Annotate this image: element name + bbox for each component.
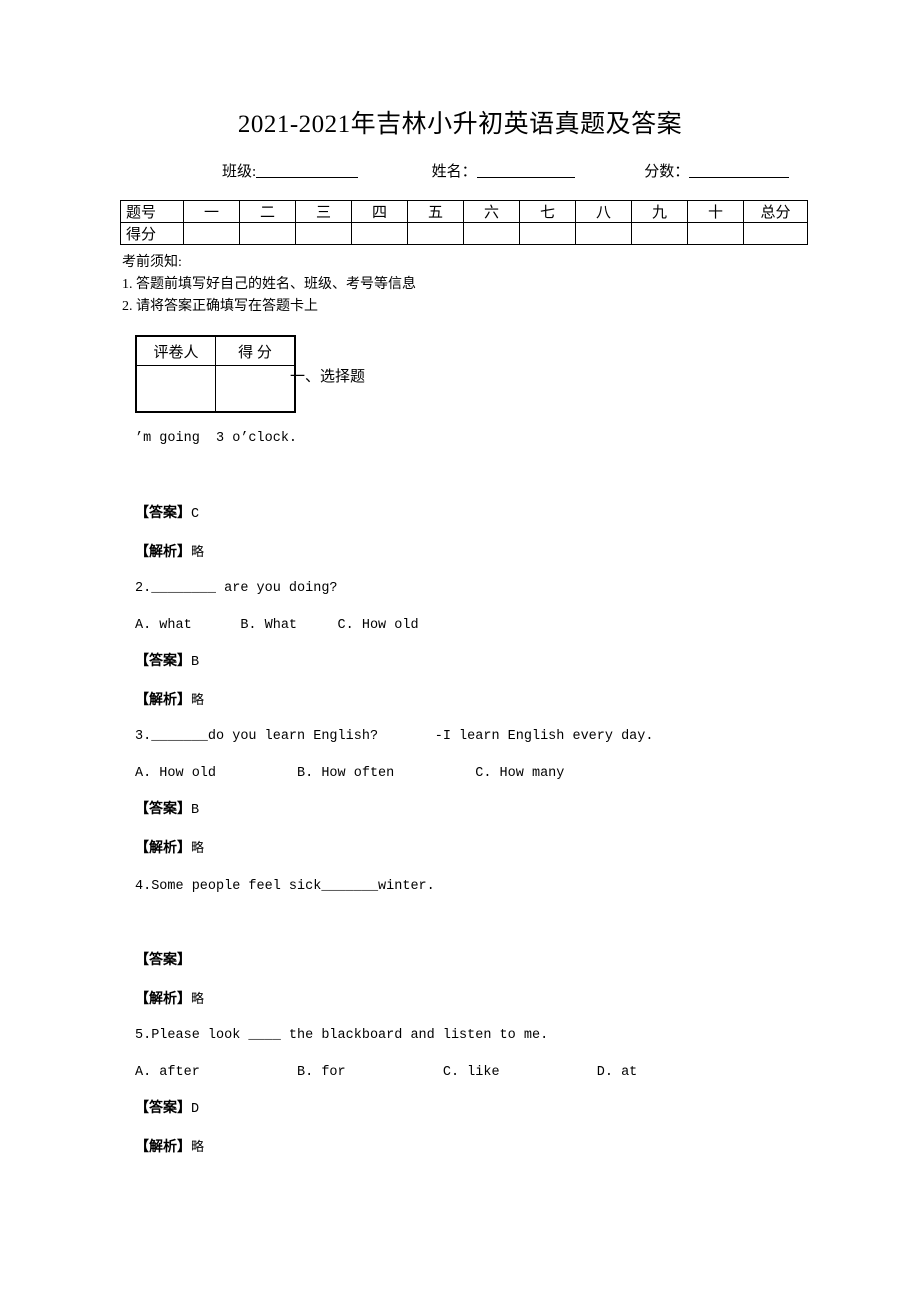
- page-title: 2021-2021年吉林小升初英语真题及答案: [237, 111, 683, 138]
- notes-item-1: 1. 答题前填写好自己的姓名、班级、考号等信息: [122, 277, 416, 292]
- score-cell-10[interactable]: [687, 222, 744, 245]
- question-options-3: A. How old B. How often C. How many: [135, 766, 565, 781]
- question-block-3: 3._______do you learn English? -I learn …: [135, 728, 875, 858]
- pre-exam-notes: 考前须知: 1. 答题前填写好自己的姓名、班级、考号等信息 2. 请将答案正确填…: [122, 252, 416, 318]
- class-blank[interactable]: [256, 163, 359, 178]
- answer-block-1: 【答案】C 【解析】略: [135, 505, 875, 562]
- answer-tag-1: 【答案】: [135, 506, 191, 521]
- explain-value-2: 略: [191, 692, 205, 707]
- answer-line-3: 【答案】B: [135, 801, 875, 820]
- answer-value-2: B: [191, 655, 200, 670]
- explain-line-3: 【解析】略: [135, 839, 875, 858]
- explain-value-3: 略: [191, 840, 205, 855]
- column-header-4: 四: [351, 200, 408, 223]
- question-stem-4: 4.Some people feel sick_______winter.: [135, 879, 435, 894]
- score-cell-5[interactable]: [407, 222, 464, 245]
- column-header-6: 六: [463, 200, 520, 223]
- question-block-1: ’m going 3 o’clock.: [135, 430, 875, 448]
- column-header-1: 一: [183, 200, 240, 223]
- question-block-4: 4.Some people feel sick_______winter.: [135, 878, 875, 896]
- grader-value-score[interactable]: [215, 365, 296, 413]
- name-blank[interactable]: [476, 163, 575, 178]
- explain-value-1: 略: [191, 544, 205, 559]
- grader-value-row: [135, 365, 296, 413]
- explain-tag-2: 【解析】: [135, 693, 191, 708]
- answer-line-4: 【答案】: [135, 952, 875, 971]
- score-cell-6[interactable]: [463, 222, 520, 245]
- column-header-8: 八: [575, 200, 632, 223]
- row-label-score: 得分: [120, 222, 184, 245]
- answer-value-5: D: [191, 1102, 200, 1117]
- score-cell-2[interactable]: [239, 222, 296, 245]
- score-field: 分数：: [644, 160, 790, 181]
- answer-tag-5: 【答案】: [135, 1101, 191, 1116]
- answer-line-2: 【答案】B: [135, 653, 875, 672]
- explain-tag-5: 【解析】: [135, 1140, 191, 1155]
- explain-line-4: 【解析】略: [135, 990, 875, 1009]
- answer-value-3: B: [191, 803, 200, 818]
- score-cell-9[interactable]: [631, 222, 688, 245]
- explain-tag-3: 【解析】: [135, 841, 191, 856]
- grader-table: 评卷人 得 分: [135, 335, 296, 413]
- class-field: 班级:: [222, 160, 359, 181]
- question-options-5: A. after B. for C. like D. at: [135, 1065, 638, 1080]
- table-row-question-numbers: 题号 一 二 三 四 五 六 七 八 九 十 总分: [120, 200, 808, 223]
- grader-value-marker[interactable]: [135, 365, 216, 413]
- column-header-5: 五: [407, 200, 464, 223]
- question-block-5: 5.Please look ____ the blackboard and li…: [135, 1027, 875, 1157]
- column-header-7: 七: [519, 200, 576, 223]
- score-blank[interactable]: [689, 163, 790, 178]
- explain-tag-1: 【解析】: [135, 545, 191, 560]
- column-header-total: 总分: [743, 200, 808, 223]
- answer-line-1: 【答案】C: [135, 505, 875, 524]
- class-label: 班级:: [222, 164, 257, 180]
- score-summary-table: 题号 一 二 三 四 五 六 七 八 九 十 总分 得分: [120, 200, 808, 245]
- grader-header-marker: 评卷人: [135, 335, 216, 366]
- score-cell-7[interactable]: [519, 222, 576, 245]
- explain-value-4: 略: [191, 991, 205, 1006]
- score-cell-8[interactable]: [575, 222, 632, 245]
- exam-paper-page: 2021-2021年吉林小升初英语真题及答案 班级: 姓名： 分数： 题号 一 …: [0, 0, 920, 1302]
- answer-value-1: C: [191, 507, 200, 522]
- column-header-3: 三: [295, 200, 352, 223]
- row-label-question-number: 题号: [120, 200, 184, 223]
- question-stem-3: 3._______do you learn English? -I learn …: [135, 729, 654, 744]
- column-header-2: 二: [239, 200, 296, 223]
- grader-header-score: 得 分: [215, 335, 296, 366]
- column-header-9: 九: [631, 200, 688, 223]
- question-stem-1: ’m going 3 o’clock.: [135, 431, 298, 446]
- question-options-2: A. what B. What C. How old: [135, 618, 419, 633]
- question-stem-2: 2.________ are you doing?: [135, 581, 338, 596]
- table-row-scores: 得分: [120, 222, 808, 245]
- score-label: 分数：: [644, 164, 690, 180]
- explain-line-1: 【解析】略: [135, 543, 875, 562]
- answer-tag-3: 【答案】: [135, 802, 191, 817]
- explain-line-5: 【解析】略: [135, 1138, 875, 1157]
- explain-line-2: 【解析】略: [135, 691, 875, 710]
- answer-tag-2: 【答案】: [135, 654, 191, 669]
- section-heading-multiple-choice: 一、选择题: [290, 369, 366, 385]
- score-cell-3[interactable]: [295, 222, 352, 245]
- question-block-2: 2.________ are you doing? A. what B. Wha…: [135, 580, 875, 710]
- question-stem-5: 5.Please look ____ the blackboard and li…: [135, 1028, 549, 1043]
- explain-tag-4: 【解析】: [135, 992, 191, 1007]
- notes-item-2: 2. 请将答案正确填写在答题卡上: [122, 299, 318, 314]
- grader-box: 评卷人 得 分: [135, 335, 296, 413]
- answer-tag-4: 【答案】: [135, 953, 191, 968]
- student-identity-line: 班级: 姓名： 分数：: [222, 160, 822, 181]
- grader-header-row: 评卷人 得 分: [135, 335, 296, 366]
- name-label: 姓名：: [431, 164, 477, 180]
- score-cell-4[interactable]: [351, 222, 408, 245]
- name-field: 姓名：: [432, 160, 575, 181]
- answer-line-5: 【答案】D: [135, 1100, 875, 1119]
- score-cell-total[interactable]: [743, 222, 808, 245]
- answer-block-4: 【答案】 【解析】略: [135, 952, 875, 1009]
- column-header-10: 十: [687, 200, 744, 223]
- score-cell-1[interactable]: [183, 222, 240, 245]
- notes-heading: 考前须知:: [122, 255, 182, 270]
- explain-value-5: 略: [191, 1139, 205, 1154]
